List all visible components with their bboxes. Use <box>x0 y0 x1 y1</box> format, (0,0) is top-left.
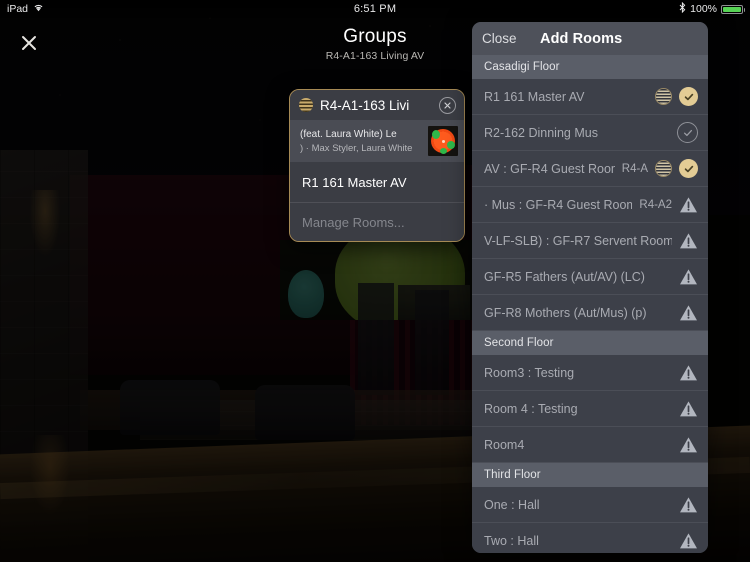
room-row[interactable]: Two : Hall <box>472 523 708 553</box>
warning-triangle-icon[interactable] <box>679 232 698 250</box>
speaker-grill-icon <box>655 88 672 105</box>
warning-triangle-icon[interactable] <box>679 268 698 286</box>
battery-full-icon <box>721 4 745 14</box>
track-artists: ) · Max Styler, Laura White <box>300 142 413 154</box>
album-art-thumbnail <box>428 126 458 156</box>
room-row-label: Room4 <box>484 437 525 452</box>
add-rooms-header: Close Add Rooms <box>472 22 708 55</box>
now-playing-popover: R4-A1-163 Livi (feat. Laura White) Le ) … <box>289 89 465 242</box>
room-row[interactable]: · Mus : GF-R4 Guest Room R4-A2 <box>472 187 708 223</box>
warning-triangle-icon[interactable] <box>679 436 698 454</box>
room-row[interactable]: Room3 : Testing <box>472 355 708 391</box>
manage-rooms-button[interactable]: Manage Rooms... <box>290 203 464 241</box>
room-row-label: Room 4 : Testing <box>484 401 578 416</box>
room-list[interactable]: Casadigi Floor R1 161 Master AV R2-162 Din… <box>472 55 708 553</box>
warning-triangle-icon[interactable] <box>679 532 698 550</box>
popover-title: R4-A1-163 Livi <box>320 97 410 113</box>
room-row-label: GF-R8 Mothers (Aut/Mus) (p) <box>484 305 647 320</box>
section-header: Casadigi Floor <box>472 55 708 79</box>
room-row[interactable]: AV : GF-R4 Guest Room R4-A <box>472 151 708 187</box>
room-row[interactable]: R2-162 Dinning Mus <box>472 115 708 151</box>
app-root: iPad 6:51 PM 100% Groups R4-A1-163 Livin… <box>0 0 750 562</box>
room-row[interactable]: Room4 <box>472 427 708 463</box>
room-row[interactable]: GF-R5 Fathers (Aut/AV) (LC) <box>472 259 708 295</box>
close-button[interactable]: Close <box>482 31 540 46</box>
section-header: Second Floor <box>472 331 708 355</box>
section-header: Third Floor <box>472 463 708 487</box>
popover-header: R4-A1-163 Livi <box>290 90 464 120</box>
room-row-label: · Mus : GF-R4 Guest Room <box>484 197 633 212</box>
popover-room-row[interactable]: R1 161 Master AV <box>290 162 464 202</box>
room-row[interactable]: V-LF-SLB) : GF-R7 Servent Room <box>472 223 708 259</box>
check-outline-icon[interactable] <box>677 122 698 143</box>
bluetooth-icon <box>679 1 686 16</box>
room-row[interactable]: One : Hall <box>472 487 708 523</box>
track-text: (feat. Laura White) Le ) · Max Styler, L… <box>300 129 422 154</box>
status-bar: iPad 6:51 PM 100% <box>0 0 750 18</box>
status-bar-right: 100% <box>679 1 745 16</box>
status-bar-time: 6:51 PM <box>353 3 397 15</box>
room-row-label: R2-162 Dinning Mus <box>484 125 598 140</box>
room-row-aux-label: R4-A2 <box>639 198 672 211</box>
room-row[interactable]: R1 161 Master AV <box>472 79 708 115</box>
room-row-label: Room3 : Testing <box>484 365 575 380</box>
warning-triangle-icon[interactable] <box>679 496 698 514</box>
room-row[interactable]: Room 4 : Testing <box>472 391 708 427</box>
room-row-label: Two : Hall <box>484 533 539 548</box>
warning-triangle-icon[interactable] <box>679 196 698 214</box>
room-row-aux-label: R4-A <box>621 162 648 175</box>
warning-triangle-icon[interactable] <box>679 400 698 418</box>
add-rooms-panel: Close Add Rooms Casadigi Floor R1 161 Mas… <box>472 22 708 553</box>
check-filled-icon[interactable] <box>679 87 698 106</box>
track-title: (feat. Laura White) Le <box>300 128 397 140</box>
warning-triangle-icon[interactable] <box>679 304 698 322</box>
room-row-label: R1 161 Master AV <box>484 89 585 104</box>
add-rooms-title: Add Rooms <box>540 30 623 47</box>
speaker-grill-icon <box>655 160 672 177</box>
room-row[interactable]: GF-R8 Mothers (Aut/Mus) (p) <box>472 295 708 331</box>
now-playing-track[interactable]: (feat. Laura White) Le ) · Max Styler, L… <box>290 120 464 162</box>
room-row-label: One : Hall <box>484 497 540 512</box>
speaker-grill-icon <box>299 98 313 112</box>
close-circle-icon[interactable] <box>439 96 456 114</box>
battery-percent-label: 100% <box>690 3 717 15</box>
room-row-label: V-LF-SLB) : GF-R7 Servent Room <box>484 233 672 248</box>
check-filled-icon[interactable] <box>679 159 698 178</box>
warning-triangle-icon[interactable] <box>679 364 698 382</box>
room-row-label: AV : GF-R4 Guest Room <box>484 161 615 176</box>
room-row-label: GF-R5 Fathers (Aut/AV) (LC) <box>484 269 645 284</box>
